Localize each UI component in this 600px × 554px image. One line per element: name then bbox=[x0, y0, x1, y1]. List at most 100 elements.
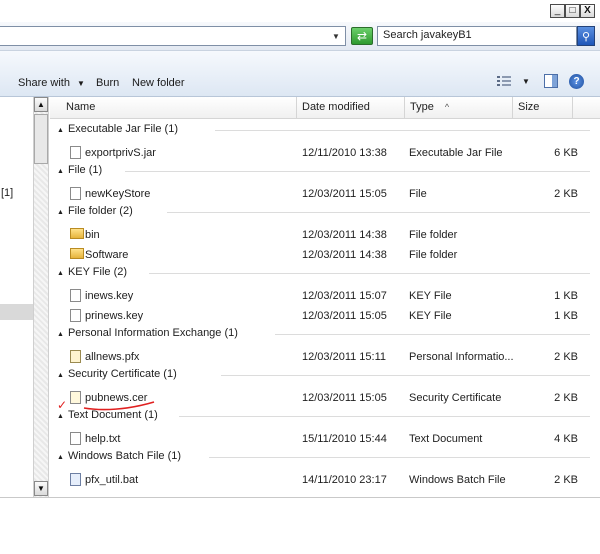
file-name: pfx_util.bat bbox=[85, 474, 139, 486]
address-bar[interactable] bbox=[0, 26, 346, 46]
text-file-icon bbox=[70, 432, 81, 445]
folder-icon bbox=[70, 228, 84, 239]
minimize-icon: _ bbox=[554, 5, 561, 16]
chevron-down-icon: ▼ bbox=[77, 79, 85, 88]
help-icon: ? bbox=[573, 76, 580, 87]
file-type: Personal Informatio... bbox=[409, 351, 514, 363]
file-type: File folder bbox=[409, 229, 458, 241]
column-type[interactable]: Type ^ bbox=[405, 97, 513, 118]
search-input[interactable]: Search javakeyB1 bbox=[377, 26, 577, 46]
file-name: exportprivS.jar bbox=[85, 147, 156, 159]
close-icon: X bbox=[584, 5, 591, 16]
scroll-down-button[interactable]: ▼ bbox=[34, 481, 48, 496]
file-icon bbox=[70, 187, 81, 200]
maximize-icon: □ bbox=[569, 5, 576, 16]
file-row[interactable]: help.txt 15/11/2010 15:44 Text Document 4 K… bbox=[50, 429, 595, 449]
jar-file-icon bbox=[70, 146, 81, 159]
group-label: Personal Information Exchange (1) bbox=[67, 327, 238, 339]
group-divider bbox=[275, 334, 590, 335]
file-row[interactable]: prinews.key 12/03/2011 15:05 KEY File 1 KB bbox=[50, 306, 595, 326]
annotation-underline bbox=[83, 401, 155, 411]
file-row[interactable]: allnews.pfx 12/03/2011 15:11 Personal Info… bbox=[50, 347, 595, 367]
group-header[interactable]: ▲ Windows Batch File (1) bbox=[57, 450, 181, 462]
group-label: Executable Jar File (1) bbox=[67, 123, 178, 135]
group-label: File (1) bbox=[67, 164, 103, 176]
group-header[interactable]: ▲ File folder (2) bbox=[57, 205, 133, 217]
file-size: 1 KB bbox=[554, 310, 578, 322]
file-row[interactable]: inews.key 12/03/2011 15:07 KEY File 1 KB bbox=[50, 286, 595, 306]
file-type: File folder bbox=[409, 249, 458, 261]
key-file-icon bbox=[70, 309, 81, 322]
collapse-icon[interactable]: ▲ bbox=[57, 209, 64, 216]
file-type: Security Certificate bbox=[409, 392, 502, 404]
share-with-button[interactable]: Share with ▼ bbox=[18, 77, 85, 89]
group-divider bbox=[215, 130, 590, 131]
file-type: Windows Batch File bbox=[409, 474, 506, 486]
new-folder-button[interactable]: New folder bbox=[132, 77, 185, 89]
group-divider bbox=[221, 375, 590, 376]
file-row[interactable]: Software 12/03/2011 14:38 File folder bbox=[50, 245, 595, 265]
file-size: 2 KB bbox=[554, 351, 578, 363]
preview-pane-icon bbox=[552, 75, 557, 87]
refresh-button[interactable]: ⇄ bbox=[351, 27, 373, 45]
help-button[interactable]: ? bbox=[569, 74, 584, 89]
file-row[interactable]: pfx_util.bat 14/11/2010 23:17 Windows Batc… bbox=[50, 470, 595, 490]
group-header[interactable]: ▲ Executable Jar File (1) bbox=[57, 123, 178, 135]
close-button[interactable]: X bbox=[580, 4, 595, 18]
file-row[interactable]: bin 12/03/2011 14:38 File folder bbox=[50, 225, 595, 245]
collapse-icon[interactable]: ▲ bbox=[57, 127, 64, 134]
file-size: 6 KB bbox=[554, 147, 578, 159]
certificate-icon bbox=[70, 391, 81, 404]
group-divider bbox=[179, 416, 590, 417]
column-header: Name Date modified Type ^ Size bbox=[50, 97, 600, 119]
file-date: 12/03/2011 15:05 bbox=[302, 188, 387, 200]
group-header[interactable]: ▲ KEY File (2) bbox=[57, 266, 127, 278]
file-size: 2 KB bbox=[554, 474, 578, 486]
nav-selected-item[interactable] bbox=[0, 304, 33, 320]
annotation-checkmark: ✓ bbox=[57, 398, 68, 412]
change-view-button[interactable] bbox=[497, 75, 511, 87]
file-name: Software bbox=[85, 249, 129, 261]
column-name[interactable]: Name bbox=[50, 97, 297, 118]
preview-pane-button[interactable] bbox=[544, 74, 558, 88]
file-name: prinews.key bbox=[85, 310, 144, 322]
scroll-up-button[interactable]: ▲ bbox=[34, 97, 48, 112]
view-options-dropdown[interactable]: ▼ bbox=[522, 77, 530, 86]
collapse-icon[interactable]: ▲ bbox=[57, 331, 64, 338]
file-date: 12/03/2011 14:38 bbox=[302, 229, 387, 241]
collapse-icon[interactable]: ▲ bbox=[57, 413, 64, 420]
address-dropdown-icon[interactable]: ▼ bbox=[332, 32, 340, 41]
collapse-icon[interactable]: ▲ bbox=[57, 270, 64, 277]
batch-file-icon bbox=[70, 473, 81, 486]
group-header[interactable]: ▲ Security Certificate (1) bbox=[57, 368, 177, 380]
scroll-thumb[interactable] bbox=[34, 114, 48, 164]
file-size: 2 KB bbox=[554, 392, 578, 404]
group-header[interactable]: ▲ Personal Information Exchange (1) bbox=[57, 327, 238, 339]
file-date: 12/03/2011 15:05 bbox=[302, 392, 387, 404]
key-file-icon bbox=[70, 289, 81, 302]
pfx-file-icon bbox=[70, 350, 81, 363]
file-type: Text Document bbox=[409, 433, 483, 445]
file-row[interactable]: exportprivS.jar 12/11/2010 13:38 Executabl… bbox=[50, 143, 595, 163]
column-date-modified[interactable]: Date modified bbox=[297, 97, 405, 118]
triangle-down-icon: ▼ bbox=[37, 484, 45, 493]
maximize-button[interactable]: □ bbox=[565, 4, 580, 18]
collapse-icon[interactable]: ▲ bbox=[57, 168, 64, 175]
collapse-icon[interactable]: ▲ bbox=[57, 372, 64, 379]
minimize-button[interactable]: _ bbox=[550, 4, 565, 18]
details-pane bbox=[0, 497, 600, 554]
folder-icon bbox=[70, 248, 84, 259]
file-type: KEY File bbox=[409, 310, 452, 322]
collapse-icon[interactable]: ▲ bbox=[57, 454, 64, 461]
column-size[interactable]: Size bbox=[513, 97, 573, 118]
burn-button[interactable]: Burn bbox=[96, 77, 119, 89]
file-size: 2 KB bbox=[554, 188, 578, 200]
group-header[interactable]: ▲ File (1) bbox=[57, 164, 102, 176]
group-divider bbox=[167, 212, 590, 213]
vertical-scrollbar[interactable]: ▲ ▼ bbox=[33, 97, 49, 497]
search-icon: ⚲ bbox=[581, 30, 591, 43]
navigation-pane[interactable] bbox=[0, 97, 34, 497]
file-row[interactable]: newKeyStore 12/03/2011 15:05 File 2 KB bbox=[50, 184, 595, 204]
search-button[interactable]: ⚲ bbox=[577, 26, 595, 46]
triangle-up-icon: ▲ bbox=[37, 100, 45, 109]
